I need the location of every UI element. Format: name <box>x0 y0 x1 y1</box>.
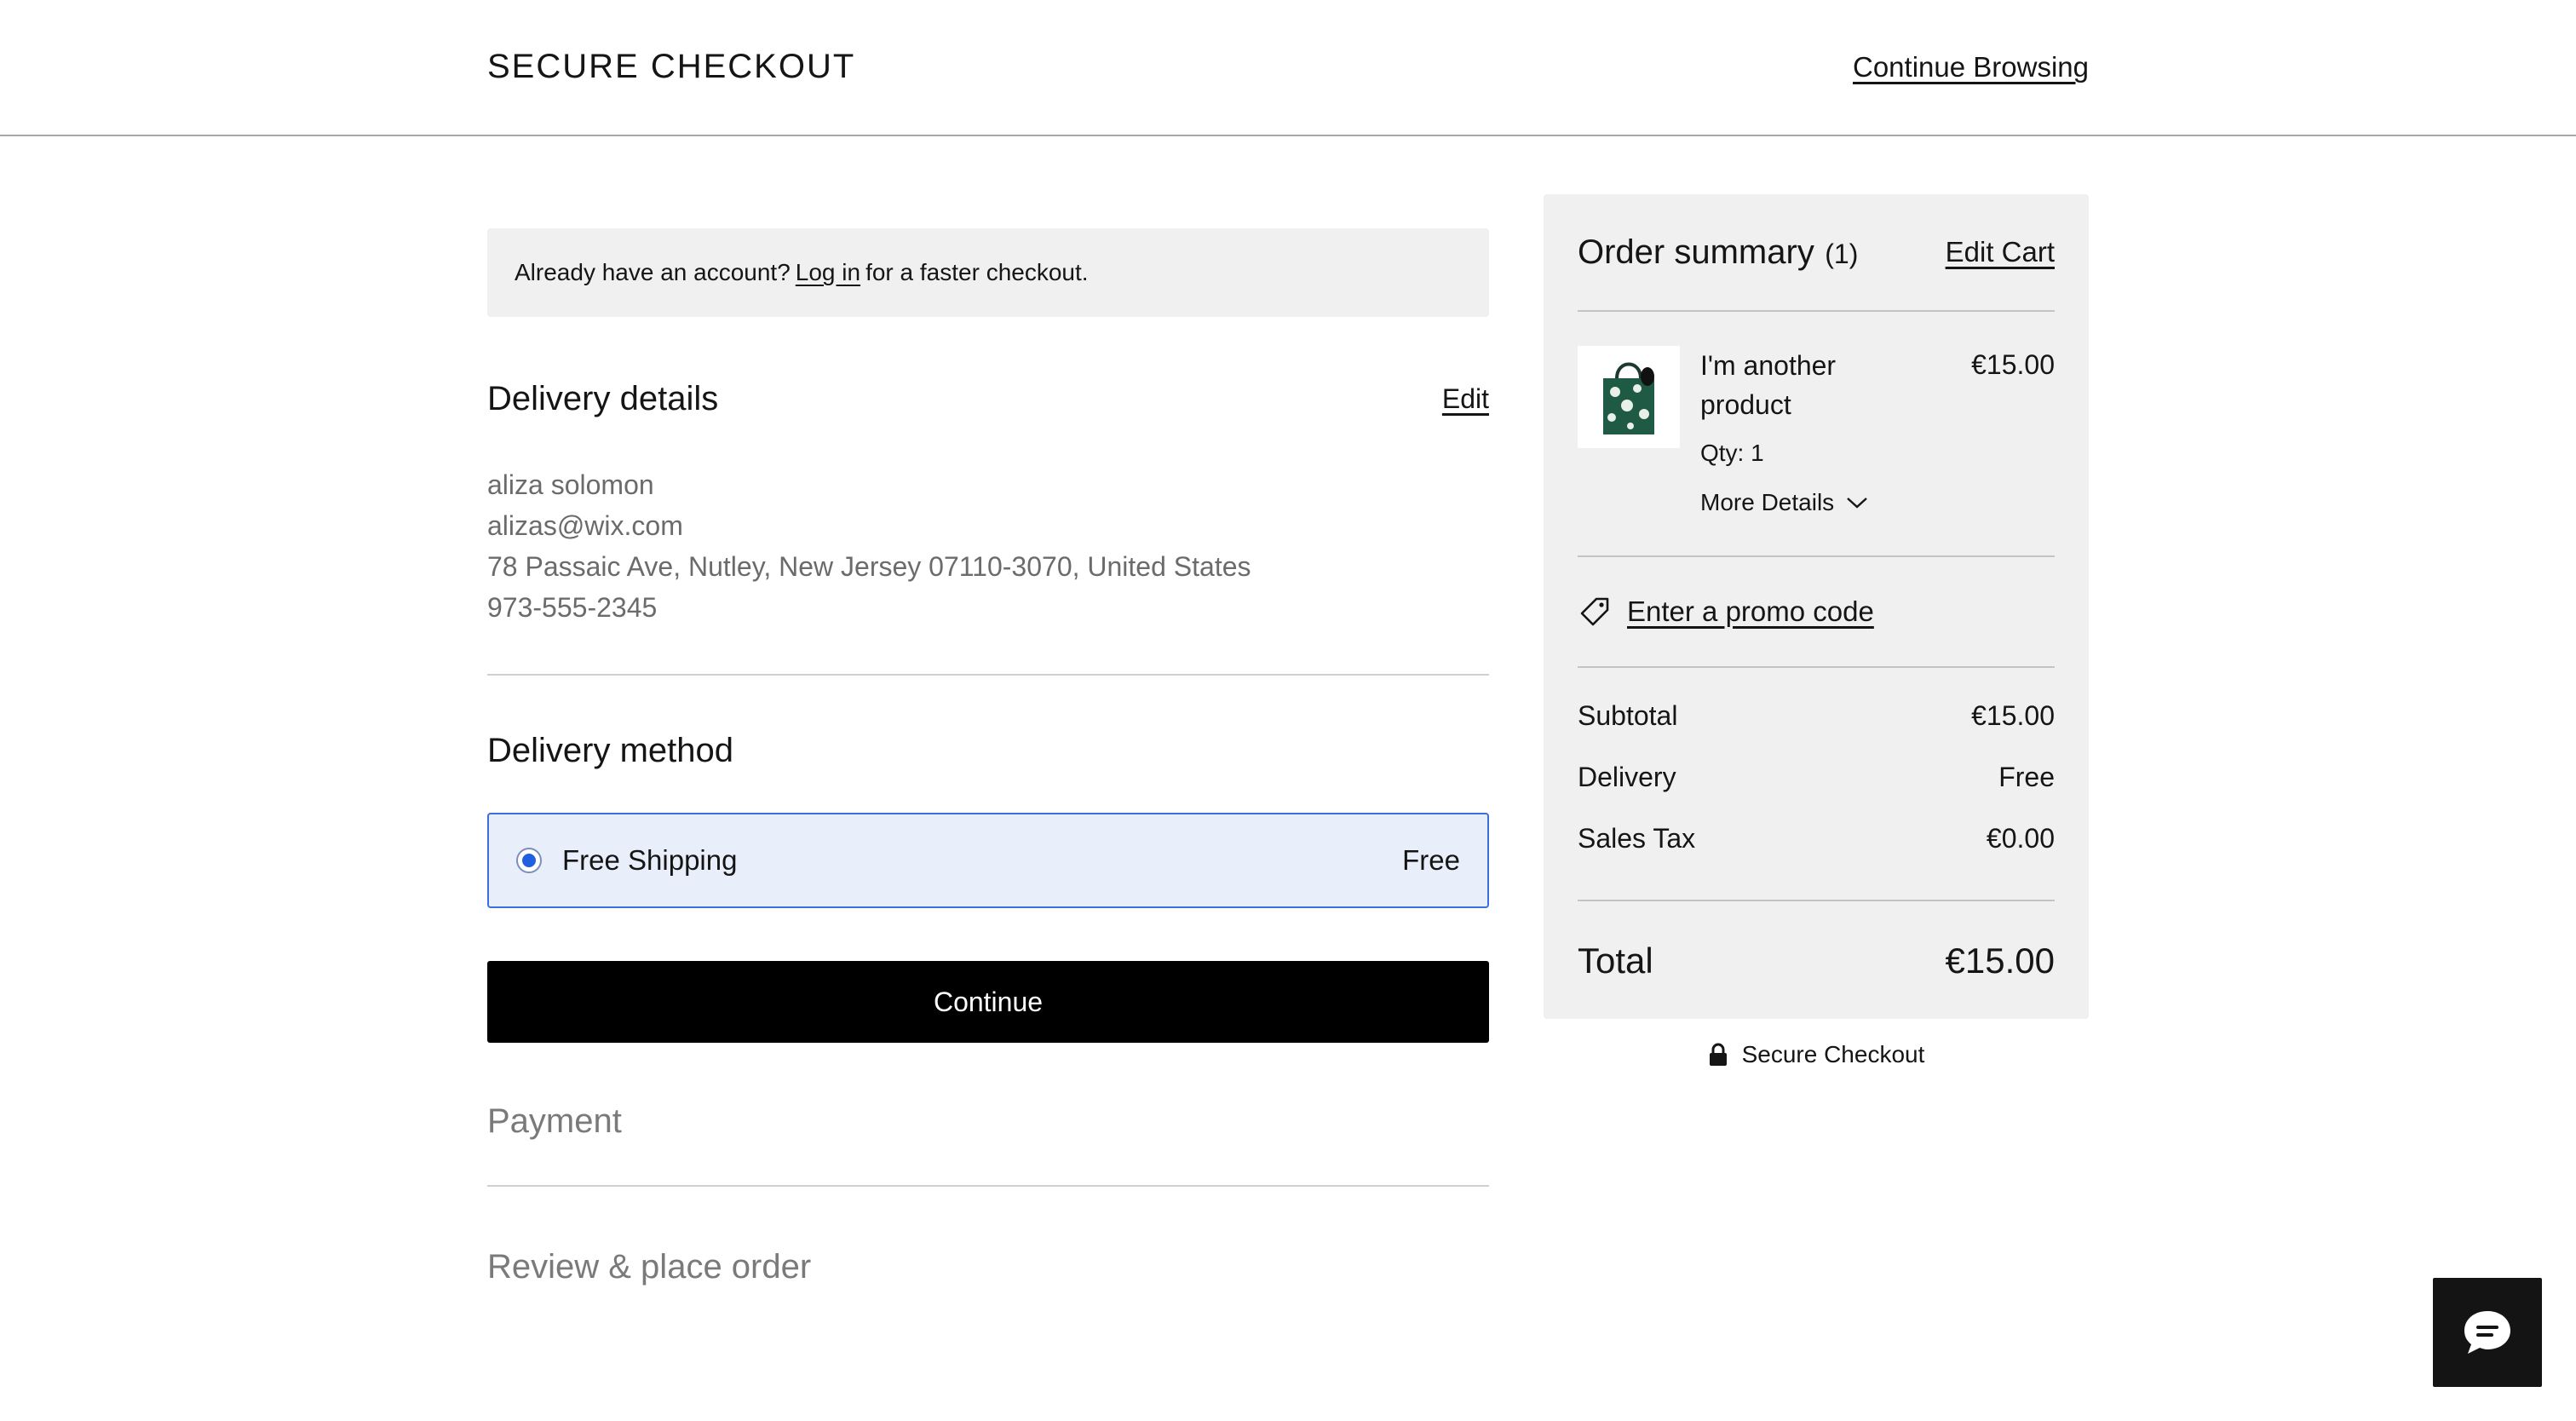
delivery-method-title: Delivery method <box>487 732 734 769</box>
promo-code-row[interactable]: Enter a promo code <box>1578 557 2055 668</box>
sales-tax-row: Sales Tax €0.00 <box>1578 823 2055 884</box>
divider <box>487 1185 1489 1187</box>
delivery-details-title: Delivery details <box>487 380 719 417</box>
contact-info: aliza solomon alizas@wix.com 78 Passaic … <box>487 464 1489 628</box>
payment-section-title: Payment <box>487 1102 622 1140</box>
total-label: Total <box>1578 941 1653 981</box>
login-banner: Already have an account? Log in for a fa… <box>487 228 1489 317</box>
delivery-method-section: Delivery method Free Shipping Free <box>487 732 1489 908</box>
shipping-option-label: Free Shipping <box>562 844 738 876</box>
delivery-value: Free <box>1998 762 2055 792</box>
subtotal-label: Subtotal <box>1578 700 1678 731</box>
edit-delivery-details-link[interactable]: Edit <box>1442 383 1489 415</box>
radio-selected-dot <box>522 854 536 867</box>
order-summary-title: Order summary <box>1578 233 1814 271</box>
total-value: €15.00 <box>1945 941 2055 981</box>
customer-address: 78 Passaic Ave, Nutley, New Jersey 07110… <box>487 551 1251 582</box>
item-name: I'm another product <box>1700 350 1837 420</box>
continue-button[interactable]: Continue <box>487 961 1489 1043</box>
shipping-radio[interactable] <box>516 848 542 873</box>
sales-tax-value: €0.00 <box>1986 823 2055 854</box>
delivery-row: Delivery Free <box>1578 762 2055 823</box>
order-item-count: (1) <box>1825 238 1859 269</box>
secure-checkout-label: Secure Checkout <box>1741 1041 1925 1067</box>
chat-button[interactable] <box>2433 1278 2542 1387</box>
customer-name: aliza solomon <box>487 469 654 500</box>
lock-icon <box>1709 1043 1727 1066</box>
delivery-label: Delivery <box>1578 762 1676 792</box>
order-summary-heading: Order summary (1) <box>1578 233 1858 272</box>
subtotal-value: €15.00 <box>1971 700 2055 731</box>
item-price: €15.00 <box>1971 349 2055 380</box>
chat-bubble-icon <box>2464 1311 2510 1354</box>
divider <box>487 674 1489 676</box>
order-summary: Order summary (1) Edit Cart I'm another … <box>1544 194 2089 1019</box>
login-link[interactable]: Log in <box>796 259 860 286</box>
login-suffix-text: for a faster checkout. <box>865 259 1089 285</box>
sales-tax-label: Sales Tax <box>1578 823 1696 854</box>
tote-bag-icon <box>1578 346 1680 448</box>
delivery-details-section: Delivery details Edit aliza solomon aliz… <box>487 380 1489 628</box>
checkout-main: Already have an account? Log in for a fa… <box>487 228 1489 1286</box>
promo-code-link[interactable]: Enter a promo code <box>1627 595 1874 628</box>
review-section-title: Review & place order <box>487 1248 812 1286</box>
login-prompt-text: Already have an account? <box>515 259 791 285</box>
customer-email: alizas@wix.com <box>487 510 683 541</box>
tag-icon <box>1580 597 1609 626</box>
edit-cart-link[interactable]: Edit Cart <box>1946 236 2055 268</box>
page-title: SECURE CHECKOUT <box>487 48 856 85</box>
more-details-label: More Details <box>1700 489 1835 515</box>
shipping-option-free[interactable]: Free Shipping Free <box>487 813 1489 908</box>
secure-checkout-footer: Secure Checkout <box>1544 1041 2089 1068</box>
more-details-toggle[interactable]: More Details <box>1700 489 1971 516</box>
customer-phone: 973-555-2345 <box>487 592 658 623</box>
subtotal-row: Subtotal €15.00 <box>1578 700 2055 762</box>
total-row: Total €15.00 <box>1578 901 2055 1021</box>
continue-browsing-link[interactable]: Continue Browsing <box>1853 51 2089 83</box>
shipping-option-price: Free <box>1402 844 1460 876</box>
header: SECURE CHECKOUT Continue Browsing <box>0 0 2576 136</box>
cart-item: I'm another product Qty: 1 More Details … <box>1578 312 2055 557</box>
item-quantity: Qty: 1 <box>1700 440 1764 466</box>
chevron-down-icon <box>1847 498 1867 509</box>
totals-breakdown: Subtotal €15.00 Delivery Free Sales Tax … <box>1578 668 2055 901</box>
